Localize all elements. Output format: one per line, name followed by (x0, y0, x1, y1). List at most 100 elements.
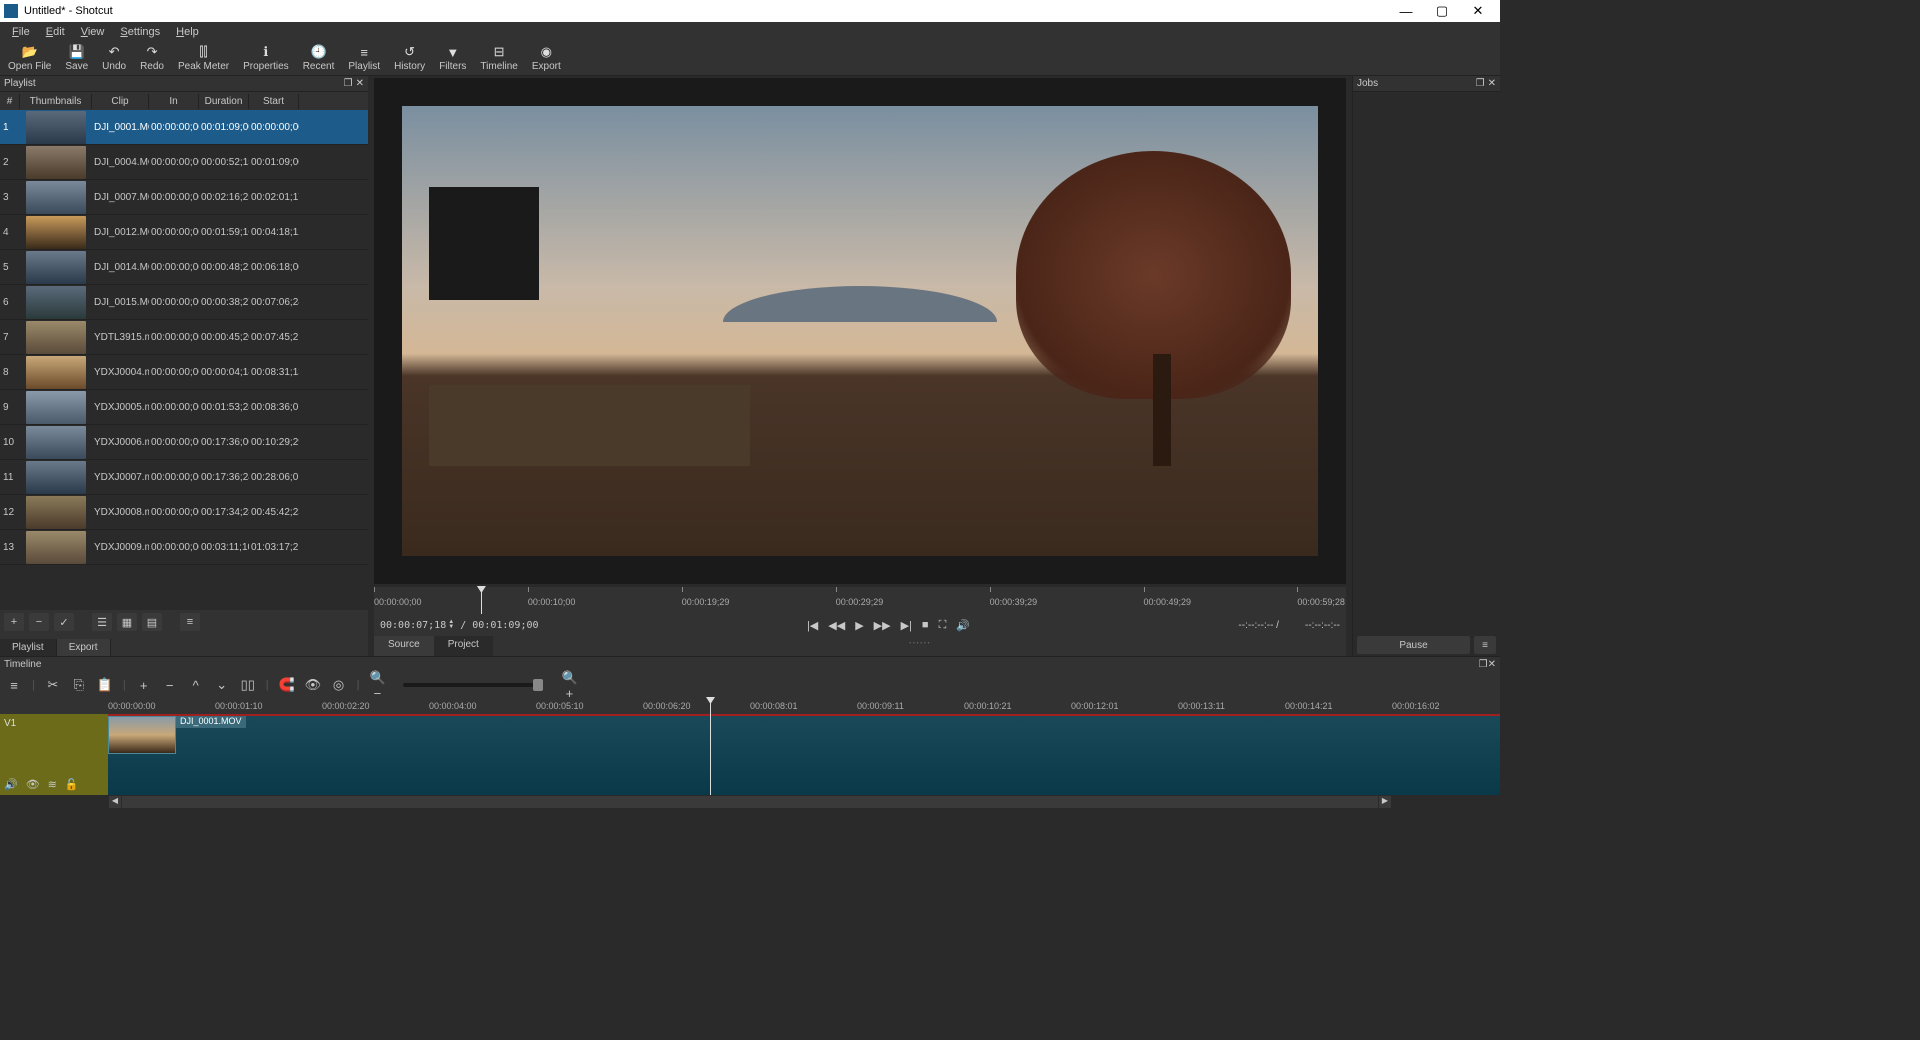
scroll-left-button[interactable]: ◀ (109, 796, 121, 808)
playlist-header: Playlist ❐ ✕ (0, 76, 368, 92)
scroll-right-button[interactable]: ▶ (1379, 796, 1391, 808)
zoom-slider[interactable] (403, 683, 543, 687)
jobs-list (1353, 92, 1500, 634)
playlist-row[interactable]: 1DJI_0001.MOV00:00:00;0000:01:09;0000:00… (0, 110, 368, 145)
open-file-button[interactable]: 📂Open File (8, 45, 51, 72)
menu-help[interactable]: Help (168, 24, 207, 40)
split-button[interactable]: ▯▯ (240, 677, 256, 693)
delete-button[interactable]: − (162, 678, 178, 693)
add-button[interactable]: + (4, 613, 24, 631)
zoom-in-button[interactable]: 🔍+ (561, 670, 577, 701)
timeline-track-v1[interactable]: DJI_0001.MOV (108, 714, 1500, 795)
volume-button[interactable]: 🔊 (956, 619, 970, 632)
grid-view-button[interactable]: ▦ (117, 613, 137, 631)
maximize-button[interactable]: ▢ (1424, 0, 1460, 22)
drag-handle[interactable]: ⋯⋯ (493, 636, 1346, 656)
lift-button[interactable]: ^ (188, 678, 204, 693)
timeline-menu-button[interactable]: ≡ (6, 678, 22, 693)
stop-button[interactable]: ■ (922, 619, 929, 632)
compositing-icon[interactable]: ≋ (48, 778, 57, 791)
cut-button[interactable]: ✂ (45, 677, 61, 693)
panel-close-icon[interactable]: ✕ (1488, 78, 1496, 89)
pause-jobs-button[interactable]: Pause (1357, 636, 1470, 654)
peak-meter-button[interactable]: ⫿⫿Peak Meter (178, 45, 229, 72)
scrub-button[interactable]: 👁 (305, 677, 321, 693)
playlist-row[interactable]: 2DJI_0004.MOV00:00:00;0000:00:52;1500:01… (0, 145, 368, 180)
lock-icon[interactable]: 🔓 (65, 778, 79, 791)
playlist-row[interactable]: 3DJI_0007.MOV00:00:00;0000:02:16;2500:02… (0, 180, 368, 215)
append-button[interactable]: + (136, 678, 152, 693)
history-button[interactable]: ↺History (394, 45, 425, 72)
rewind-button[interactable]: ◀◀ (828, 619, 845, 632)
panel-close-icon[interactable]: ✕ (356, 78, 364, 89)
playlist-row[interactable]: 9YDXJ0005.mp400:00:00;0000:01:53;2800:08… (0, 390, 368, 425)
recent-button[interactable]: 🕘Recent (303, 45, 335, 72)
detach-icon[interactable]: ❐ (344, 78, 353, 89)
jobs-menu-button[interactable]: ≡ (1474, 636, 1496, 654)
tab-source[interactable]: Source (374, 636, 434, 656)
playlist-icon: ≡ (356, 45, 372, 59)
track-v1-header[interactable]: V1 🔊 👁 ≋ 🔓 (0, 714, 108, 795)
timeline-clip[interactable] (108, 716, 176, 754)
snap-button[interactable]: 🧲 (279, 677, 295, 693)
remove-button[interactable]: − (29, 613, 49, 631)
playlist-row[interactable]: 13YDXJ0009.mp400:00:00;0000:03:11;1001:0… (0, 530, 368, 565)
redo-button[interactable]: ↷Redo (140, 45, 164, 72)
tab-project[interactable]: Project (434, 636, 493, 656)
list-view-button[interactable]: ☰ (92, 613, 112, 631)
menubar: FileEditViewSettingsHelp (0, 22, 1500, 42)
timeline-playhead[interactable] (710, 697, 711, 795)
hide-icon[interactable]: 👁 (26, 778, 40, 791)
filters-button[interactable]: ▼Filters (439, 45, 466, 72)
preview-video[interactable] (374, 78, 1346, 584)
playlist-row[interactable]: 8YDXJ0004.mp400:00:00;0000:00:04;1800:08… (0, 355, 368, 390)
scrubber-playhead[interactable] (481, 587, 482, 614)
save-button[interactable]: 💾Save (65, 45, 88, 72)
menu-edit[interactable]: Edit (38, 24, 73, 40)
skip-next-button[interactable]: ▶| (901, 619, 912, 632)
timeline-button[interactable]: ⊟Timeline (480, 45, 517, 72)
timecode-current[interactable]: 00:00:07;18 (380, 620, 446, 631)
tile-view-button[interactable]: ▤ (142, 613, 162, 631)
ripple-button[interactable]: ◎ (331, 677, 347, 693)
fast-forward-button[interactable]: ▶▶ (874, 619, 891, 632)
playlist-row[interactable]: 12YDXJ0008.mp400:00:00;0000:17:34;2800:4… (0, 495, 368, 530)
playlist-row[interactable]: 4DJI_0012.MOV00:00:00;0000:01:59;1600:04… (0, 215, 368, 250)
panel-close-icon[interactable]: ✕ (1488, 659, 1496, 671)
playlist-row[interactable]: 6DJI_0015.MOV00:00:00;0000:00:38;2700:07… (0, 285, 368, 320)
playlist-row[interactable]: 7YDTL3915.mp400:00:00;0000:00:45;2000:07… (0, 320, 368, 355)
minimize-button[interactable]: — (1388, 0, 1424, 22)
timeline-scrollbar[interactable] (122, 796, 1378, 808)
playlist-button[interactable]: ≡Playlist (348, 45, 380, 72)
skip-prev-button[interactable]: |◀ (807, 619, 818, 632)
playlist-row[interactable]: 5DJI_0014.MOV00:00:00;0000:00:48;2200:06… (0, 250, 368, 285)
timecode-spinner[interactable]: ▲▼ (448, 620, 458, 630)
tab-export[interactable]: Export (57, 639, 111, 656)
undo-button[interactable]: ↶Undo (102, 45, 126, 72)
menu-view[interactable]: View (73, 24, 113, 40)
detach-icon[interactable]: ❐ (1479, 659, 1488, 671)
tab-playlist[interactable]: Playlist (0, 639, 57, 656)
preview-tabs: SourceProject ⋯⋯ (374, 636, 1346, 656)
timeline-toolbar: ≡ | ✂ ⎘ 📋 | + − ^ ⌄ ▯▯ | 🧲 👁 ◎ | 🔍− 🔍+ (0, 673, 1500, 697)
overwrite-button[interactable]: ⌄ (214, 677, 230, 693)
playlist-menu-button[interactable]: ≡ (180, 613, 200, 631)
detach-icon[interactable]: ❐ (1476, 78, 1485, 89)
timeline-clip-label: DJI_0001.MOV (176, 716, 246, 728)
play-button[interactable]: ▶ (855, 619, 863, 632)
playlist-row[interactable]: 11YDXJ0007.mp400:00:00;0000:17:36;2400:2… (0, 460, 368, 495)
properties-button[interactable]: ℹProperties (243, 45, 289, 72)
check-button[interactable]: ✓ (54, 613, 74, 631)
paste-button[interactable]: 📋 (97, 677, 113, 693)
zoom-out-button[interactable]: 🔍− (369, 670, 385, 701)
export-button[interactable]: ◉Export (532, 45, 561, 72)
timeline-ruler[interactable]: 00:00:00:0000:00:01:1000:00:02:2000:00:0… (108, 697, 1500, 714)
zoom-fit-button[interactable]: ⛶ (939, 619, 947, 632)
playlist-row[interactable]: 10YDXJ0006.mp400:00:00;0000:17:36;0000:1… (0, 425, 368, 460)
menu-settings[interactable]: Settings (112, 24, 168, 40)
preview-scrubber[interactable]: 00:00:00;0000:00:10;0000:00:19;2900:00:2… (374, 587, 1346, 614)
menu-file[interactable]: File (4, 24, 38, 40)
mute-icon[interactable]: 🔊 (4, 778, 18, 791)
copy-button[interactable]: ⎘ (71, 677, 87, 693)
close-button[interactable]: ✕ (1460, 0, 1496, 22)
